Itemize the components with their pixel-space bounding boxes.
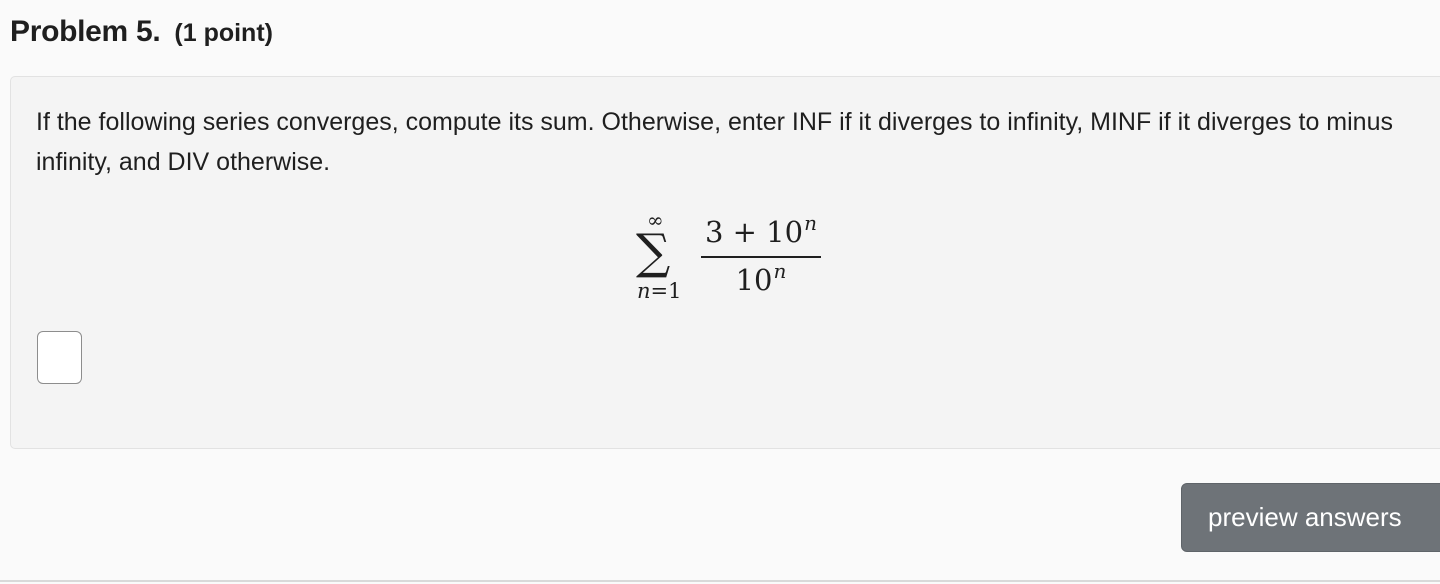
fraction-numerator: 3 + 10n <box>701 211 821 253</box>
sum-lower-limit: n=1 <box>637 280 682 302</box>
fraction-bar <box>701 256 821 258</box>
problem-heading: Problem 5. (1 point) <box>10 12 273 54</box>
problem-body: If the following series converges, compu… <box>10 76 1440 449</box>
numerator-exponent: n <box>804 211 817 235</box>
fraction-denominator: 10n <box>701 259 821 301</box>
problem-title: Problem 5. <box>10 15 161 48</box>
numerator-base: 3 + 10 <box>705 215 804 249</box>
sum-lower-value: 1 <box>668 279 682 303</box>
answer-input[interactable] <box>37 331 82 384</box>
series-formula: ∞ ∑ n=1 3 + 10n 10n <box>631 210 831 310</box>
denominator-exponent: n <box>773 259 787 283</box>
bottom-divider <box>0 580 1440 582</box>
preview-answers-button[interactable]: preview answers <box>1181 483 1440 552</box>
summation-symbol: ∑ <box>636 224 671 280</box>
problem-points: (1 point) <box>174 19 273 47</box>
denominator-base: 10 <box>735 263 773 297</box>
fraction: 3 + 10n 10n <box>701 211 821 301</box>
problem-statement: If the following series converges, compu… <box>36 108 1393 176</box>
sum-index-variable: n <box>637 279 651 303</box>
sum-equals-sign: = <box>650 279 669 303</box>
